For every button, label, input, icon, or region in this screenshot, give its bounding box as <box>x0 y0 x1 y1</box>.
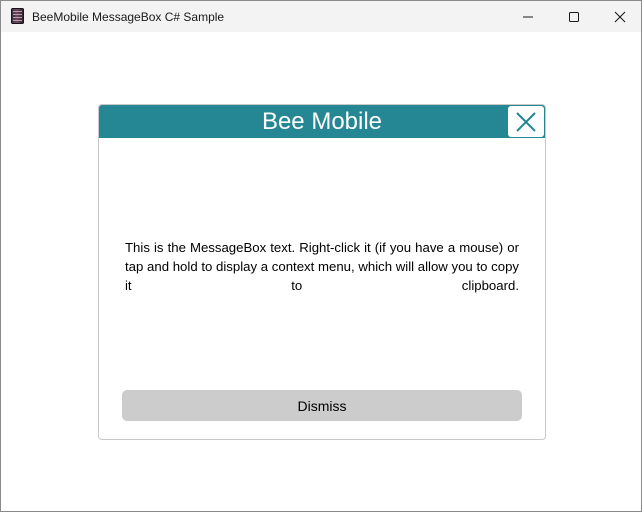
minimize-button[interactable] <box>505 1 551 32</box>
app-window: BeeMobile MessageBox C# Sample Bee Mobil… <box>0 0 642 512</box>
close-icon <box>516 111 536 132</box>
dismiss-button-label: Dismiss <box>297 397 347 414</box>
message-box-header: Bee Mobile <box>99 105 545 138</box>
dismiss-button[interactable]: Dismiss <box>122 390 522 421</box>
title-bar[interactable]: BeeMobile MessageBox C# Sample <box>1 1 641 32</box>
message-box-close-button[interactable] <box>508 106 544 137</box>
app-book-icon <box>11 8 24 24</box>
close-button[interactable] <box>597 1 642 32</box>
window-title: BeeMobile MessageBox C# Sample <box>32 10 225 24</box>
maximize-icon <box>569 11 579 22</box>
message-text[interactable]: This is the MessageBox text. Right-click… <box>125 238 519 295</box>
message-box: Bee Mobile This is the MessageBox text. … <box>98 104 546 440</box>
close-icon <box>614 11 626 22</box>
message-box-title: Bee Mobile <box>261 108 383 135</box>
minimize-icon <box>523 16 533 17</box>
maximize-button[interactable] <box>551 1 597 32</box>
